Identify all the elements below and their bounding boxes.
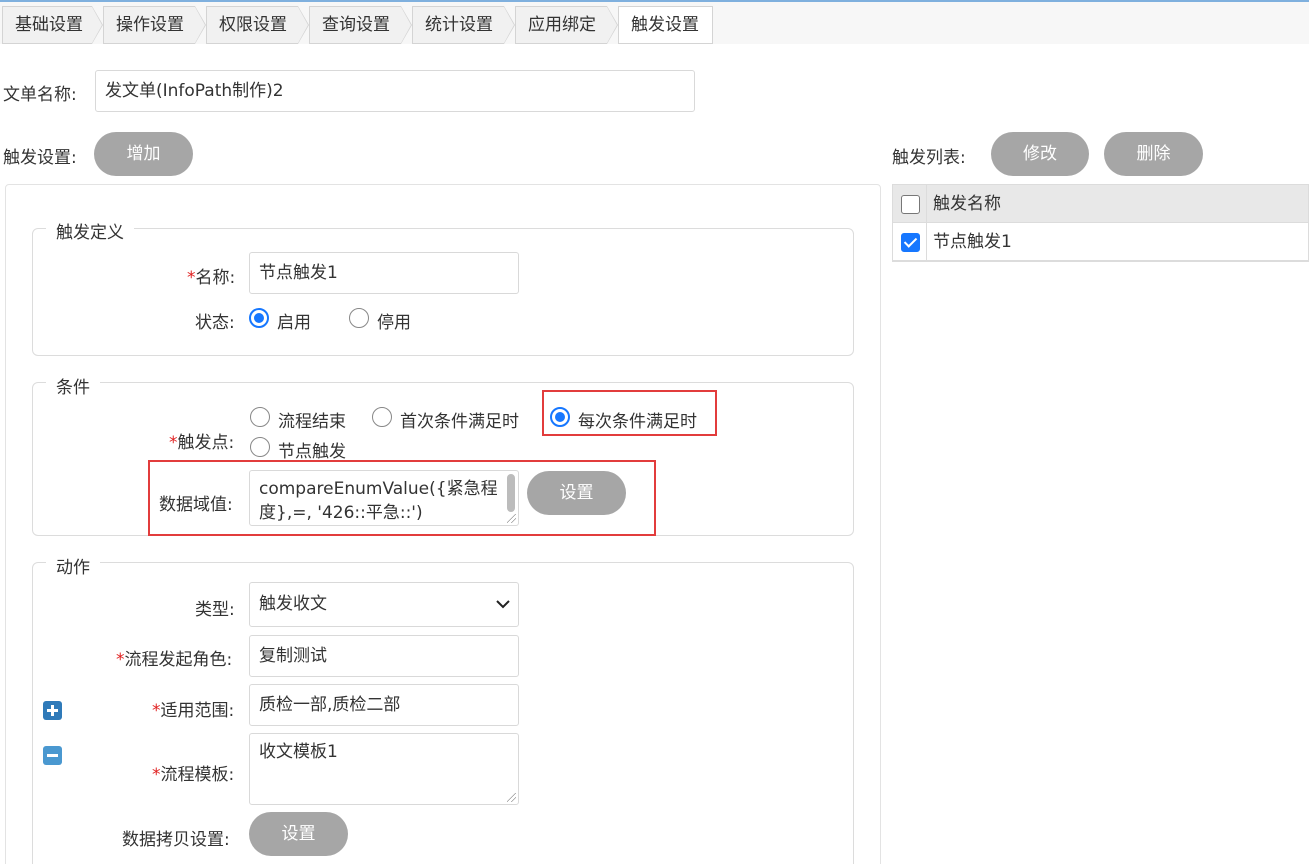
trigger-name-field[interactable]: 节点触发1 (249, 252, 519, 294)
condition-legend: 条件 (46, 373, 100, 398)
chevron-down-icon (496, 600, 510, 609)
tab-label: 触发设置 (631, 15, 699, 35)
resize-handle-icon[interactable] (507, 793, 516, 802)
plus-icon[interactable] (43, 701, 62, 720)
trigger-list-label: 触发列表: (892, 148, 966, 168)
tab-bar: 基础设置 操作设置 权限设置 查询设置 统计设置 应用绑定 触发设置 (0, 2, 1309, 44)
trigger-point-process-end-label: 流程结束 (278, 412, 346, 432)
scope-label: *适用范围: (152, 701, 235, 721)
status-enabled-radio[interactable] (249, 308, 269, 328)
template-label: *流程模板: (152, 765, 235, 785)
tab-statistics-settings[interactable]: 统计设置 (412, 6, 515, 44)
trigger-point-node-label: 节点触发 (278, 442, 346, 462)
delete-button[interactable]: 删除 (1104, 132, 1203, 176)
status-disabled-radio[interactable] (349, 308, 369, 328)
tab-permission-settings[interactable]: 权限设置 (206, 6, 309, 44)
trigger-point-first-met-radio[interactable] (372, 407, 392, 427)
highlight-every-met (542, 390, 717, 436)
copy-set-button[interactable]: 设置 (249, 812, 348, 856)
add-button[interactable]: 增加 (94, 132, 193, 176)
table-header: 触发名称 (893, 185, 1308, 223)
type-value: 触发收文 (259, 594, 327, 614)
tab-app-binding[interactable]: 应用绑定 (515, 6, 618, 44)
tab-basic-settings[interactable]: 基础设置 (2, 6, 103, 44)
trigger-point-node-radio[interactable] (250, 437, 270, 457)
tab-label: 统计设置 (425, 15, 493, 35)
edit-button[interactable]: 修改 (991, 132, 1089, 176)
row-trigger-name: 节点触发1 (933, 232, 1012, 252)
initiator-field[interactable]: 复制测试 (249, 635, 519, 677)
type-select[interactable]: 触发收文 (249, 582, 519, 627)
copy-settings-label: 数据拷贝设置: (122, 830, 230, 850)
status-label: 状态: (195, 313, 235, 333)
initiator-label: *流程发起角色: (116, 650, 233, 670)
definition-legend: 触发定义 (46, 218, 134, 243)
highlight-data-value (148, 460, 656, 536)
template-text: 收文模板1 (259, 742, 338, 762)
tab-trigger-settings[interactable]: 触发设置 (618, 6, 713, 44)
minus-icon[interactable] (43, 746, 62, 765)
template-textarea[interactable]: 收文模板1 (249, 733, 519, 805)
tab-label: 操作设置 (116, 15, 184, 35)
tab-label: 查询设置 (322, 15, 390, 35)
tab-query-settings[interactable]: 查询设置 (309, 6, 412, 44)
tab-label: 权限设置 (219, 15, 287, 35)
trigger-point-process-end-radio[interactable] (250, 407, 270, 427)
select-all-checkbox[interactable] (901, 195, 920, 214)
trigger-point-label: *触发点: (169, 433, 235, 453)
form-name-field[interactable]: 发文单(InfoPath制作)2 (95, 70, 695, 112)
scope-field[interactable]: 质检一部,质检二部 (249, 684, 519, 726)
tab-label: 基础设置 (15, 15, 83, 35)
trigger-list-table: 触发名称 节点触发1 (892, 184, 1309, 262)
tab-operation-settings[interactable]: 操作设置 (103, 6, 206, 44)
trigger-point-first-met-label: 首次条件满足时 (400, 412, 519, 432)
tab-label: 应用绑定 (528, 15, 596, 35)
status-disabled-label: 停用 (377, 313, 411, 333)
trigger-settings-label: 触发设置: (3, 148, 77, 168)
table-row[interactable]: 节点触发1 (893, 223, 1308, 261)
status-enabled-label: 启用 (277, 313, 311, 333)
action-legend: 动作 (46, 553, 100, 578)
type-label: 类型: (195, 600, 235, 620)
column-header-trigger-name: 触发名称 (933, 194, 1001, 214)
row-checkbox[interactable] (901, 233, 920, 252)
name-label: *名称: (187, 268, 236, 288)
form-name-label: 文单名称: (3, 85, 77, 105)
